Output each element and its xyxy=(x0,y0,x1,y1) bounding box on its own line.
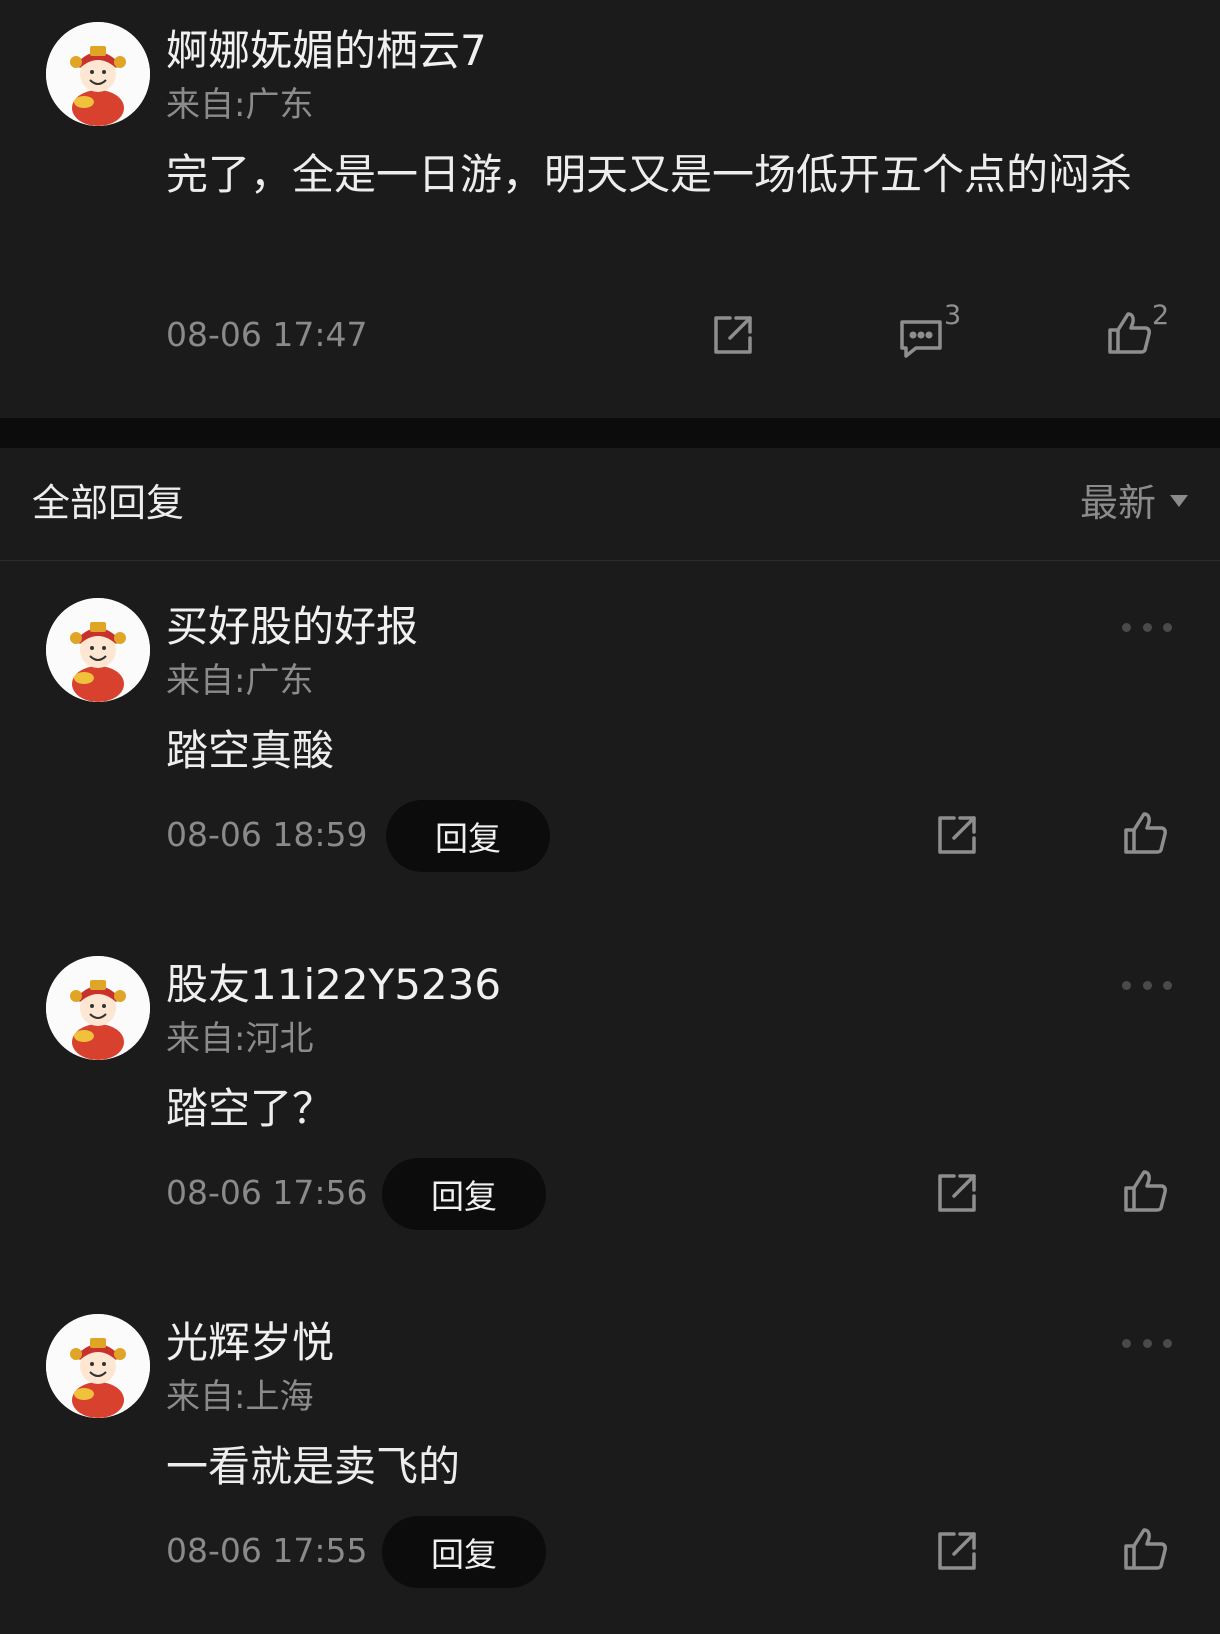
reply-button[interactable]: 回复 xyxy=(386,800,550,872)
replies-title: 全部回复 xyxy=(32,481,185,525)
more-options-icon[interactable] xyxy=(1122,978,1172,992)
reply-location: 来自:河北 xyxy=(166,1019,314,1059)
reply-content: 踏空了？ xyxy=(166,1084,335,1133)
sort-dropdown[interactable]: 最新 xyxy=(1080,484,1188,522)
post-time: 08-06 17:47 xyxy=(166,315,368,354)
reply-button[interactable]: 回复 xyxy=(382,1158,546,1230)
share-icon[interactable] xyxy=(932,1168,982,1218)
like-count: 2 xyxy=(1152,300,1170,331)
reply-item: 买好股的好报 来自:广东 踏空真酸 08-06 18:59 回复 xyxy=(0,560,1220,918)
share-icon[interactable] xyxy=(932,810,982,860)
post-location: 来自:广东 xyxy=(166,85,314,125)
avatar[interactable] xyxy=(46,1314,150,1418)
avatar[interactable] xyxy=(46,598,150,702)
section-divider xyxy=(0,418,1220,448)
reply-button[interactable]: 回复 xyxy=(382,1516,546,1588)
like-icon[interactable] xyxy=(1120,1166,1170,1216)
post-username[interactable]: 婀娜妩媚的栖云7 xyxy=(166,30,487,72)
like-icon[interactable] xyxy=(1120,1524,1170,1574)
reply-item: 股友11i22Y5236 来自:河北 踏空了？ 08-06 17:56 回复 xyxy=(0,918,1220,1276)
reply-time: 08-06 17:56 xyxy=(166,1173,368,1212)
reply-username[interactable]: 光辉岁悦 xyxy=(166,1322,334,1364)
reply-content: 一看就是卖飞的 xyxy=(166,1442,461,1491)
sort-label: 最新 xyxy=(1079,481,1156,525)
reply-location: 来自:上海 xyxy=(166,1377,314,1417)
comment-icon[interactable] xyxy=(896,312,946,362)
reply-username[interactable]: 买好股的好报 xyxy=(166,606,418,648)
reply-username[interactable]: 股友11i22Y5236 xyxy=(166,964,501,1006)
reply-time: 08-06 17:55 xyxy=(166,1531,368,1570)
comment-count: 3 xyxy=(944,300,962,331)
avatar[interactable] xyxy=(46,22,150,126)
caret-down-icon xyxy=(1170,495,1188,507)
share-icon[interactable] xyxy=(708,310,758,360)
reply-content: 踏空真酸 xyxy=(166,726,335,775)
replies-header: 全部回复 最新 xyxy=(0,448,1220,561)
reply-location: 来自:广东 xyxy=(166,661,314,701)
share-icon[interactable] xyxy=(932,1526,982,1576)
like-icon[interactable] xyxy=(1104,308,1154,358)
avatar[interactable] xyxy=(46,956,150,1060)
more-options-icon[interactable] xyxy=(1122,620,1172,634)
reply-item: 光辉岁悦 来自:上海 一看就是卖飞的 08-06 17:55 回复 xyxy=(0,1276,1220,1634)
more-options-icon[interactable] xyxy=(1122,1336,1172,1350)
like-icon[interactable] xyxy=(1120,808,1170,858)
main-post: 婀娜妩媚的栖云7 来自:广东 完了，全是一日游，明天又是一场低开五个点的闷杀 0… xyxy=(0,0,1220,418)
post-content: 完了，全是一日游，明天又是一场低开五个点的闷杀 xyxy=(166,150,1133,199)
reply-time: 08-06 18:59 xyxy=(166,815,368,854)
